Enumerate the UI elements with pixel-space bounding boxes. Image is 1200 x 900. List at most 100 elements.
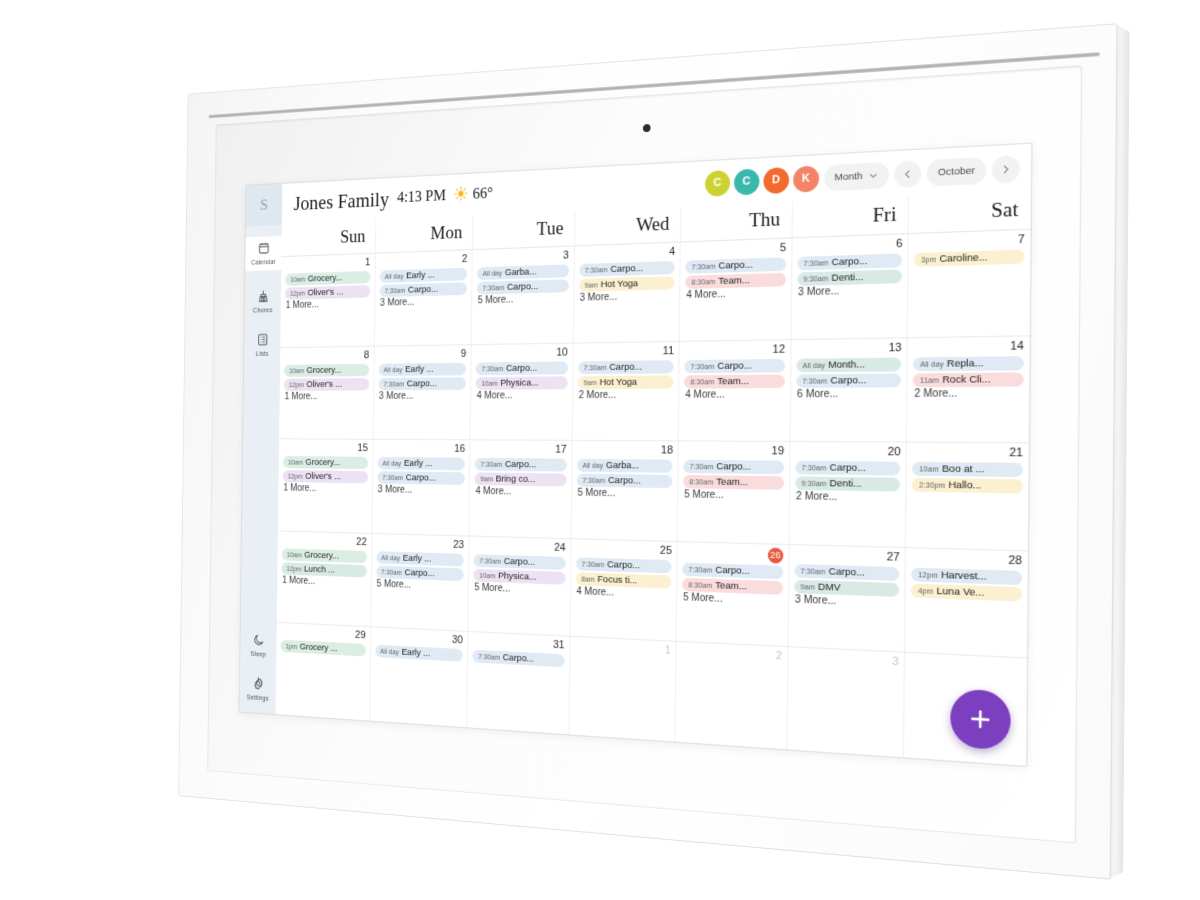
calendar-day-cell[interactable] (903, 652, 1028, 766)
event-chip[interactable]: 10am Grocery... (284, 363, 369, 378)
calendar-day-cell[interactable]: 21 10am Boo at ... 2:30pm Hallo... (905, 443, 1029, 550)
calendar-day-cell[interactable]: 10 7:30am Carpo... 10am Physica... 4 More... (469, 343, 573, 441)
more-events-link[interactable]: 1 More... (283, 483, 368, 495)
event-chip[interactable]: 10am Grocery... (282, 456, 368, 470)
calendar-day-cell[interactable]: 3 (786, 646, 905, 758)
event-chip[interactable]: All day Early ... (378, 362, 467, 377)
event-chip[interactable]: 1pm Grocery ... (280, 639, 366, 657)
avatar[interactable]: D (763, 166, 789, 194)
more-events-link[interactable]: 6 More... (796, 389, 901, 401)
event-chip[interactable]: 7:30am Carpo... (474, 458, 567, 472)
event-chip[interactable]: All day Garba... (477, 264, 569, 281)
more-events-link[interactable]: 3 More... (377, 485, 465, 497)
event-chip[interactable]: 7:30am Carpo... (794, 563, 900, 581)
calendar-day-cell[interactable]: 14 All day Repla... 11am Rock Cli... 2 More..… (906, 336, 1030, 443)
calendar-day-cell[interactable]: 20 7:30am Carpo... 9:30am Denti... 2 More... (788, 442, 907, 547)
calendar-day-cell[interactable]: 17 7:30am Carpo... 9am Bring co... 4 More... (468, 440, 572, 538)
event-chip[interactable]: 7:30am Carpo... (795, 461, 901, 477)
avatar[interactable]: C (733, 168, 760, 195)
event-chip[interactable]: 11am Rock Cli... (913, 372, 1024, 388)
calendar-day-cell[interactable]: 26 7:30am Carpo... 8:30am Team... 5 More... (675, 541, 789, 646)
event-chip[interactable]: 12pm Oliver's ... (283, 378, 369, 392)
calendar-day-cell[interactable]: 22 10am Grocery... 12pm Lunch ... 1 More... (277, 531, 371, 626)
more-events-link[interactable]: 3 More... (378, 391, 466, 402)
event-chip[interactable]: 12pm Oliver's ... (285, 285, 370, 300)
event-chip[interactable]: 10am Grocery... (281, 547, 367, 563)
event-chip[interactable]: All day Early ... (379, 267, 468, 283)
sidebar-item-calendar[interactable]: Calendar (245, 235, 282, 272)
calendar-day-cell[interactable]: 28 12pm Harvest... 4pm Luna Ve... (904, 547, 1028, 658)
event-chip[interactable]: All day Early ... (374, 644, 463, 662)
more-events-link[interactable]: 2 More... (795, 491, 900, 504)
more-events-link[interactable]: 4 More... (685, 287, 785, 301)
calendar-day-cell[interactable]: 31 7:30am Carpo... (466, 631, 570, 735)
calendar-day-cell[interactable]: 6 7:30am Carpo... 9:30am Denti... 3 More... (790, 234, 909, 340)
event-chip[interactable]: 7:30am Carpo... (684, 359, 786, 374)
calendar-day-cell[interactable]: 1 10am Grocery... 12pm Oliver's ... 1 More... (280, 254, 374, 348)
event-chip[interactable]: 4pm Luna Ve... (911, 583, 1022, 602)
calendar-day-cell[interactable]: 30 All day Early ... (368, 626, 468, 728)
event-chip[interactable]: 7:30am Carpo... (378, 377, 466, 391)
event-chip[interactable]: 9:30am Denti... (795, 476, 901, 492)
more-events-link[interactable]: 5 More... (473, 582, 565, 596)
calendar-day-cell[interactable]: 13 All day Month... 7:30am Carpo... 6 More... (789, 338, 908, 442)
more-events-link[interactable]: 3 More... (797, 284, 902, 299)
event-chip[interactable]: All day Repla... (913, 356, 1024, 372)
event-chip[interactable]: 3pm Caroline... (914, 249, 1025, 267)
next-month-button[interactable] (991, 154, 1020, 184)
event-chip[interactable]: 10am Grocery... (285, 270, 371, 286)
event-chip[interactable]: 7:30am Carpo... (682, 562, 784, 579)
event-chip[interactable]: All day Early ... (376, 550, 464, 567)
calendar-day-cell[interactable]: 5 7:30am Carpo... 8:30am Team... 4 More... (678, 238, 792, 342)
more-events-link[interactable]: 3 More... (379, 296, 467, 309)
prev-month-button[interactable] (894, 159, 922, 188)
event-chip[interactable]: 2:30pm Hallo... (912, 478, 1023, 494)
more-events-link[interactable]: 4 More... (474, 486, 566, 498)
event-chip[interactable]: 7:30am Carpo... (379, 282, 468, 298)
event-chip[interactable]: 10am Boo at ... (912, 462, 1023, 478)
event-chip[interactable]: 9:30am Denti... (797, 269, 903, 287)
more-events-link[interactable]: 1 More... (281, 575, 366, 589)
event-chip[interactable]: 9am Bring co... (474, 472, 567, 487)
calendar-day-cell[interactable]: 18 All day Garba... 7:30am Carpo... 5 More... (570, 441, 678, 541)
event-chip[interactable]: 7:30am Carpo... (475, 361, 568, 376)
add-event-button[interactable] (950, 688, 1011, 751)
sidebar-item-sleep[interactable]: Sleep (240, 632, 276, 659)
event-chip[interactable]: 12pm Oliver's ... (282, 470, 368, 484)
more-events-link[interactable]: 4 More... (476, 390, 568, 402)
more-events-link[interactable]: 2 More... (578, 390, 674, 401)
event-chip[interactable]: 12pm Harvest... (911, 567, 1023, 585)
event-chip[interactable]: 7:30am Carpo... (796, 373, 902, 389)
calendar-day-cell[interactable]: 1 (568, 636, 676, 742)
event-chip[interactable]: All day Early ... (377, 457, 466, 471)
calendar-day-cell[interactable]: 16 All day Early ... 7:30am Carpo... 3 More..… (371, 440, 470, 536)
avatar[interactable]: C (704, 169, 730, 197)
event-chip[interactable]: 7:30am Carpo... (575, 556, 672, 574)
avatar[interactable]: K (792, 164, 819, 193)
calendar-day-cell[interactable]: 15 10am Grocery... 12pm Oliver's ... 1 More..… (278, 440, 372, 533)
more-events-link[interactable]: 1 More... (284, 392, 369, 403)
calendar-day-cell[interactable]: 24 7:30am Carpo... 10am Physica... 5 More... (467, 536, 571, 636)
calendar-day-cell[interactable]: 27 7:30am Carpo... 9am DMV 3 More... (787, 544, 906, 652)
more-events-link[interactable]: 5 More... (477, 293, 569, 307)
calendar-day-cell[interactable]: 7 3pm Caroline... (907, 229, 1031, 338)
sidebar-item-chores[interactable]: Chores (245, 289, 281, 315)
event-chip[interactable]: 7:30am Carpo... (472, 649, 565, 668)
more-events-link[interactable]: 5 More... (376, 578, 464, 592)
event-chip[interactable]: 7:30am Carpo... (797, 253, 903, 271)
event-chip[interactable]: 10am Physica... (475, 376, 568, 390)
calendar-day-cell[interactable]: 8 10am Grocery... 12pm Oliver's ... 1 More... (279, 347, 373, 439)
month-label[interactable]: October (926, 156, 987, 187)
calendar-day-cell[interactable]: 4 7:30am Carpo... 9am Hot Yoga 3 More... (572, 242, 681, 343)
more-events-link[interactable]: 1 More... (285, 298, 370, 311)
calendar-day-cell[interactable]: 9 All day Early ... 7:30am Carpo... 3 More... (372, 345, 471, 440)
event-chip[interactable]: 7:30am Carpo... (473, 553, 566, 570)
calendar-day-cell[interactable]: 2 All day Early ... 7:30am Carpo... 3 More... (373, 250, 472, 346)
sidebar-item-lists[interactable]: Lists (244, 332, 280, 358)
sidebar-item-settings[interactable]: Settings (240, 676, 276, 703)
event-chip[interactable]: 7:30am Carpo... (476, 279, 569, 295)
calendar-day-cell[interactable]: 29 1pm Grocery ... (276, 623, 370, 721)
calendar-day-cell[interactable]: 23 All day Early ... 7:30am Carpo... 5 More..… (370, 533, 469, 631)
calendar-day-cell[interactable]: 3 All day Garba... 7:30am Carpo... 5 More... (470, 246, 574, 345)
view-select[interactable]: Month (823, 161, 890, 191)
